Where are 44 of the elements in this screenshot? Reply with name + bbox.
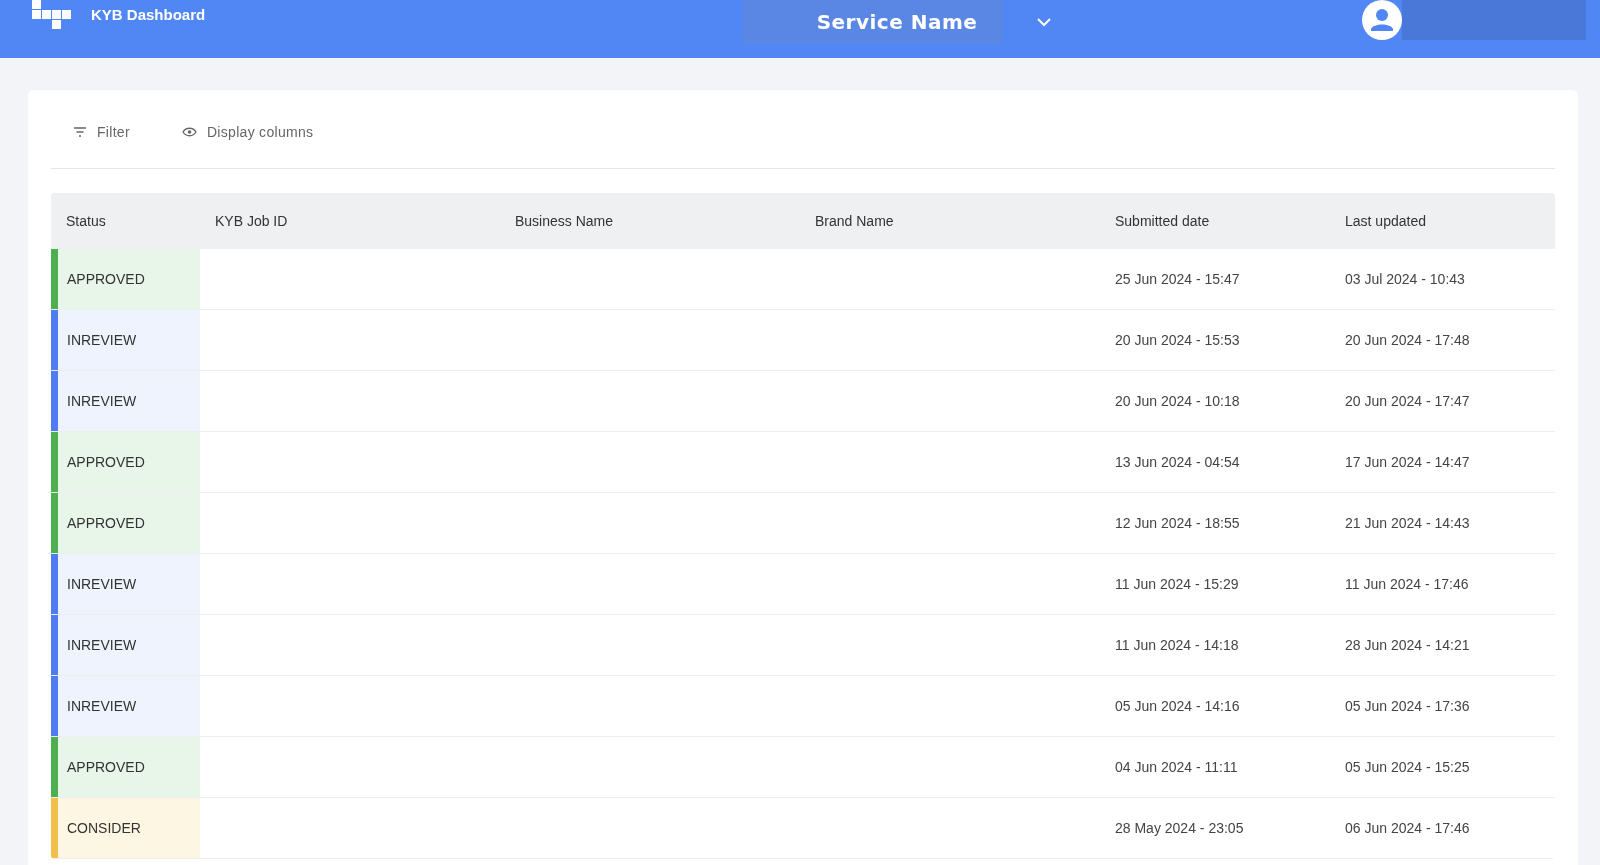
table-cell-text: 11 Jun 2024 - 17:46 [1344, 575, 1470, 594]
table-cell-text: 13 Jun 2024 - 04:54 [1114, 453, 1241, 472]
table-cell-text: 20 Jun 2024 - 17:47 [1344, 392, 1471, 411]
table-cell-text: 28 Jun 2024 - 14:21 [1344, 636, 1471, 655]
blocks-logo-icon [32, 0, 72, 30]
chevron-down-icon[interactable] [1037, 17, 1052, 27]
status-cell: INREVIEW [51, 554, 200, 614]
app-title: KYB Dashboard [91, 6, 206, 23]
table-cell-text: 05 Jun 2024 - 14:16 [1114, 697, 1241, 716]
filter-button[interactable]: Filter [67, 123, 136, 141]
column-header[interactable]: Status [51, 213, 200, 229]
table-cell-text: 21 Jun 2024 - 14:43 [1344, 514, 1471, 533]
filter-icon [73, 127, 87, 137]
table-cell-text: 11 Jun 2024 - 15:29 [1114, 575, 1240, 594]
eye-icon [181, 127, 197, 137]
status-cell: APPROVED [51, 493, 200, 553]
table-cell-text: 20 Jun 2024 - 17:48 [1344, 331, 1471, 350]
status-cell: APPROVED [51, 432, 200, 492]
column-header[interactable]: Submitted date [1100, 213, 1330, 229]
table-cell-text: 11 Jun 2024 - 14:18 [1114, 636, 1240, 655]
column-header[interactable]: Business Name [500, 213, 800, 229]
status-cell: APPROVED [51, 249, 200, 309]
table-cell-text: 05 Jun 2024 - 17:36 [1344, 697, 1471, 716]
status-cell: CONSIDER [51, 798, 200, 858]
status-cell: INREVIEW [51, 615, 200, 675]
table-cell-text: 17 Jun 2024 - 14:47 [1344, 453, 1471, 472]
status-cell: INREVIEW [51, 310, 200, 370]
status-cell: INREVIEW [51, 371, 200, 431]
column-header[interactable]: Last updated [1330, 213, 1555, 229]
table-cell-text: 06 Jun 2024 - 17:46 [1344, 819, 1471, 838]
column-header[interactable]: Brand Name [800, 213, 1100, 229]
status-cell: APPROVED [51, 737, 200, 797]
status-cell: INREVIEW [51, 676, 200, 736]
table-cell-text: 03 Jul 2024 - 10:43 [1344, 270, 1466, 289]
table-cell-text: 28 May 2024 - 23:05 [1114, 819, 1245, 838]
column-header[interactable]: KYB Job ID [200, 213, 500, 229]
user-avatar-icon[interactable] [1362, 0, 1402, 40]
table-cell-text: 05 Jun 2024 - 15:25 [1344, 758, 1471, 777]
table-cell-text: 04 Jun 2024 - 11:11 [1114, 758, 1239, 777]
table-cell-text: 25 Jun 2024 - 15:47 [1114, 270, 1241, 289]
table-cell-text: 20 Jun 2024 - 15:53 [1114, 331, 1241, 350]
table-cell-text: 20 Jun 2024 - 10:18 [1114, 392, 1241, 411]
table-cell-text: 12 Jun 2024 - 18:55 [1114, 514, 1241, 533]
display-columns-button[interactable]: Display columns [175, 123, 320, 141]
